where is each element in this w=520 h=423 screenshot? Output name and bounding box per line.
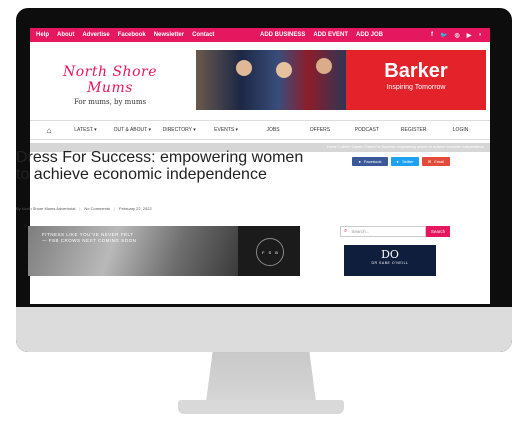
share-email-button[interactable]: ✉ Email <box>422 157 450 166</box>
add-business-link[interactable]: ADD BUSINESS <box>260 32 305 38</box>
video-caption: FITNESS LIKE YOU'VE NEVER FELT — FSB CRO… <box>42 232 136 244</box>
share-facebook-button[interactable]: ● Facebook <box>352 157 388 166</box>
search-placeholder: Search... <box>351 229 370 234</box>
nav-offers[interactable]: OFFERS <box>296 127 343 133</box>
nav-login[interactable]: LOGIN <box>437 127 484 133</box>
monitor-chin <box>16 307 512 352</box>
link-contact[interactable]: Contact <box>192 32 214 38</box>
article-title: Dress For Success: empowering women to a… <box>16 149 304 183</box>
social-icons: f 🐦 ◎ ▶ ◗ <box>431 32 482 39</box>
utility-links: Help About Advertise Facebook Newsletter… <box>36 32 214 38</box>
nav-out-about[interactable]: OUT & ABOUT ▾ <box>109 127 156 133</box>
email-icon: ✉ <box>427 159 432 164</box>
site-logo[interactable]: North Shore Mums For mums, by mums <box>40 64 180 106</box>
article-date: February 22, 2022 <box>119 206 152 211</box>
link-help[interactable]: Help <box>36 32 49 38</box>
link-about[interactable]: About <box>57 32 74 38</box>
logo-script: North Shore Mums <box>63 64 157 96</box>
twitter-icon[interactable]: 🐦 <box>440 32 447 39</box>
nav-latest[interactable]: LATEST ▾ <box>62 127 109 133</box>
rss-icon[interactable]: ◗ <box>478 32 482 38</box>
instagram-icon[interactable]: ◎ <box>455 32 460 39</box>
monitor-stand-neck <box>206 352 316 402</box>
sidebar-ad[interactable]: DO DR SABE O'NEILL <box>344 245 436 276</box>
share-twitter-label: Twitter <box>401 159 414 164</box>
fsb-logo: F S B <box>256 238 284 266</box>
fsb-letter: F <box>262 249 265 255</box>
sidebar-ad-monogram: DO <box>381 248 399 261</box>
facebook-icon[interactable]: f <box>431 32 433 38</box>
add-actions: ADD BUSINESS ADD EVENT ADD JOB <box>260 32 383 38</box>
link-facebook[interactable]: Facebook <box>118 32 146 38</box>
video-caption-line2: — FSB CROWS NEST COMING SOON <box>42 238 137 243</box>
main-nav: ⌂ LATEST ▾ OUT & ABOUT ▾ DIRECTORY ▾ EVE… <box>30 120 490 140</box>
fsb-letter: B <box>275 249 278 255</box>
nav-events[interactable]: EVENTS ▾ <box>203 127 250 133</box>
share-email-label: Email <box>434 159 445 164</box>
facebook-icon: ● <box>358 159 361 164</box>
youtube-icon[interactable]: ▶ <box>467 32 472 39</box>
article-video[interactable]: FITNESS LIKE YOU'VE NEVER FELT — FSB CRO… <box>28 226 300 276</box>
search-input[interactable]: ⌕ Search... <box>340 226 426 237</box>
search-button[interactable]: Search <box>426 226 450 237</box>
monitor-stand-base <box>178 400 344 414</box>
sidebar-search: ⌕ Search... Search <box>340 226 450 237</box>
share-buttons: ● Facebook ● Twitter ✉ Email <box>352 157 450 166</box>
twitter-icon: ● <box>396 159 399 164</box>
banner-photo <box>196 50 346 110</box>
nav-register[interactable]: REGISTER <box>390 127 437 133</box>
banner-brand-name: Barker <box>384 60 448 82</box>
logo-tagline: For mums, by mums <box>73 98 147 106</box>
fsb-letter: S <box>268 249 272 255</box>
top-utility-bar: Help About Advertise Facebook Newsletter… <box>30 28 490 42</box>
search-icon: ⌕ <box>344 228 348 234</box>
article-meta: By North Shore Mums Advertorial | No Com… <box>16 206 152 211</box>
nav-podcast[interactable]: PODCAST <box>343 127 390 133</box>
header-banner-ad[interactable]: Barker Inspiring Tomorrow <box>196 50 486 110</box>
article-author[interactable]: By North Shore Mums Advertorial <box>16 206 75 211</box>
add-event-link[interactable]: ADD EVENT <box>313 32 348 38</box>
add-job-link[interactable]: ADD JOB <box>356 32 383 38</box>
nav-directory[interactable]: DIRECTORY ▾ <box>156 127 203 133</box>
meta-divider: | <box>113 206 116 211</box>
link-newsletter[interactable]: Newsletter <box>154 32 184 38</box>
banner-tagline: Inspiring Tomorrow <box>386 84 446 91</box>
meta-divider: | <box>79 206 81 211</box>
sidebar-ad-name: DR SABE O'NEILL <box>371 261 409 265</box>
share-facebook-label: Facebook <box>363 159 382 164</box>
link-advertise[interactable]: Advertise <box>82 32 109 38</box>
article-comments[interactable]: No Comments <box>84 206 110 211</box>
nav-jobs[interactable]: JOBS <box>250 127 297 133</box>
site-header: North Shore Mums For mums, by mums Barke… <box>30 42 490 120</box>
share-twitter-button[interactable]: ● Twitter <box>391 157 419 166</box>
banner-brand-panel: Barker Inspiring Tomorrow <box>346 50 486 110</box>
home-icon[interactable]: ⌂ <box>36 126 62 135</box>
